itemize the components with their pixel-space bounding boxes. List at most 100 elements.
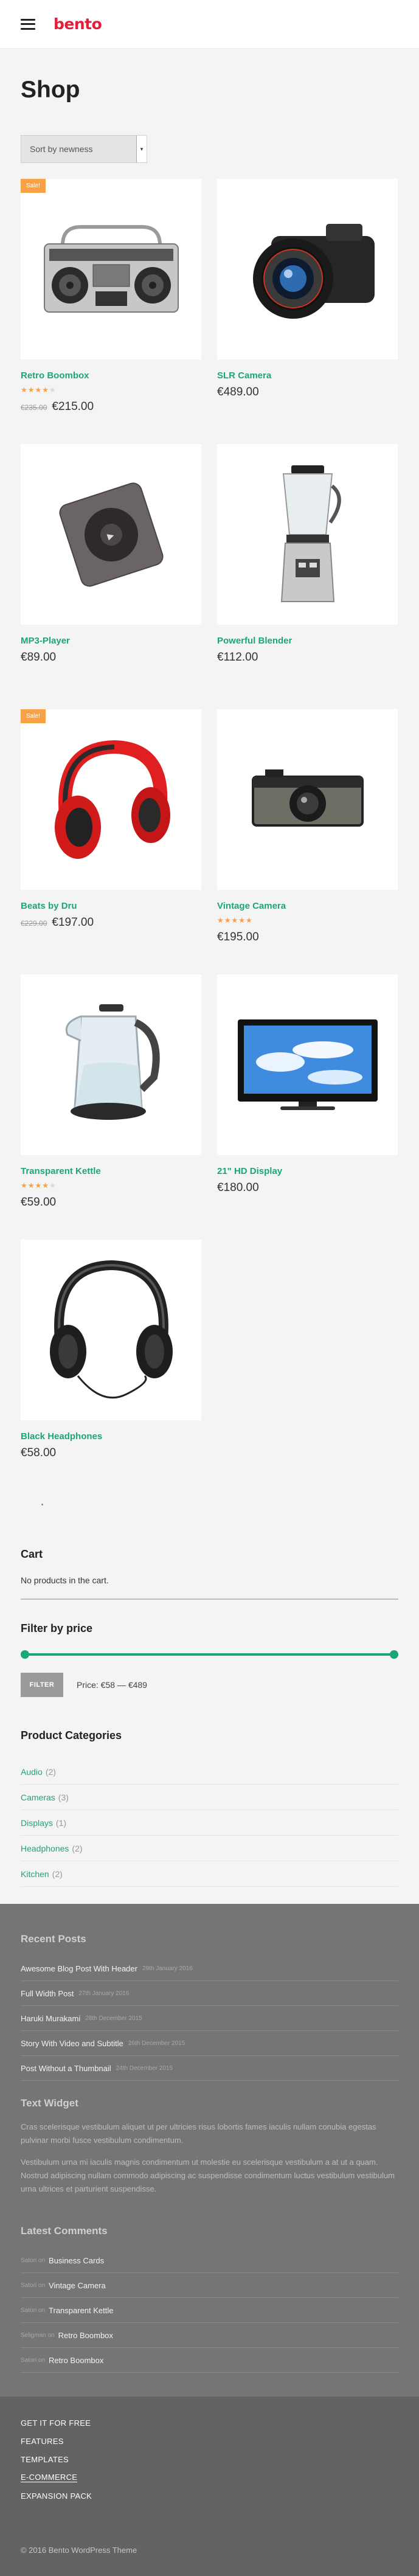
comment-item: Seligman on Retro Boombox xyxy=(21,2323,398,2348)
product-card[interactable]: Sale! Beats by Dru €229.00 €197.00 xyxy=(21,709,201,929)
category-link[interactable]: Displays xyxy=(21,1818,53,1828)
filter-button[interactable]: FILTER xyxy=(21,1673,63,1697)
category-link[interactable]: Audio xyxy=(21,1767,43,1777)
product-title[interactable]: Beats by Dru xyxy=(21,901,201,911)
price-filter-widget: Filter by price FILTER Price: €58 — €489 xyxy=(21,1622,398,1697)
product-title[interactable]: SLR Camera xyxy=(217,370,398,381)
category-item: Kitchen (2) xyxy=(21,1861,398,1887)
product-image[interactable] xyxy=(217,444,398,625)
comment-post-link[interactable]: Vintage Camera xyxy=(49,2281,106,2290)
price-slider-max-handle[interactable] xyxy=(390,1650,398,1659)
category-count: (2) xyxy=(52,1869,63,1879)
footer-menu: GET IT FOR FREE FEATURES TEMPLATES E-COMMER… xyxy=(21,2414,92,2505)
recent-posts-widget: Recent Posts Awesome Blog Post With Head… xyxy=(21,1933,398,2081)
text-widget: Text Widget Cras scelerisque vestibulum … xyxy=(21,2097,398,2196)
product-title[interactable]: Powerful Blender xyxy=(217,636,398,646)
product-card[interactable]: Transparent Kettle ★★★★★★★★★★ €59.00 xyxy=(21,974,201,1209)
product-title[interactable]: Retro Boombox xyxy=(21,370,201,381)
divider xyxy=(21,1599,398,1600)
chevron-down-icon[interactable]: ▾ xyxy=(136,136,147,162)
current-price: €112.00 xyxy=(217,651,258,664)
product-title[interactable]: Vintage Camera xyxy=(217,901,398,911)
category-item: Cameras (3) xyxy=(21,1785,398,1810)
product-card[interactable]: Vintage Camera ★★★★★ ★★★★★ €195.00 xyxy=(217,709,398,944)
product-card[interactable]: Sale! Retro Boombox ★★★★★★★★★★ €235.00 €215.… xyxy=(21,179,201,414)
comment-post-link[interactable]: Retro Boombox xyxy=(49,2356,103,2365)
comment-author: Satori on xyxy=(21,2307,46,2314)
current-price: €180.00 xyxy=(217,1181,259,1194)
page-title: Shop xyxy=(21,77,80,103)
comment-item: Satori on Business Cards xyxy=(21,2248,398,2273)
page: { "header": { "logo_text": "bento", "log… xyxy=(0,0,419,2576)
product-price: €235.00 €215.00 xyxy=(21,400,201,414)
hamburger-menu-icon[interactable] xyxy=(21,18,35,30)
site-footer: GET IT FOR FREE FEATURES TEMPLATES E-COMMER… xyxy=(0,2397,419,2576)
category-count: (1) xyxy=(55,1817,67,1828)
product-categories-title: Product Categories xyxy=(21,1729,122,1741)
comment-post-link[interactable]: Transparent Kettle xyxy=(49,2306,113,2315)
recent-post-link[interactable]: Haruki Murakami xyxy=(21,2014,80,2023)
product-title[interactable]: MP3-Player xyxy=(21,636,201,646)
category-link[interactable]: Cameras xyxy=(21,1793,55,1802)
star-rating: ★★★★★★★★★★ xyxy=(21,1181,57,1190)
latest-comments-list: Satori on Business Cards Satori on Vintage … xyxy=(21,2248,398,2373)
product-price: €89.00 xyxy=(21,651,201,664)
kettle-image xyxy=(65,1004,160,1120)
product-image[interactable] xyxy=(217,709,398,890)
price-slider-min-handle[interactable] xyxy=(21,1650,29,1659)
red-headphones-image xyxy=(54,740,170,859)
product-card[interactable]: 21" HD Display €180.00 xyxy=(217,974,398,1195)
latest-comments-title: Latest Comments xyxy=(21,2225,108,2237)
footer-menu-item[interactable]: E-COMMERCE xyxy=(21,2468,92,2487)
recent-post-item: Awesome Blog Post With Header 29th Januar… xyxy=(21,1956,398,1981)
footer-menu-item[interactable]: GET IT FOR FREE xyxy=(21,2414,92,2432)
comment-author: Satori on xyxy=(21,2257,46,2264)
current-price: €489.00 xyxy=(217,386,259,398)
recent-post-item: Post Without a Thumbnail 24th December 20… xyxy=(21,2056,398,2081)
product-image[interactable]: Sale! xyxy=(21,179,201,359)
product-title[interactable]: Transparent Kettle xyxy=(21,1166,201,1176)
footer-menu-item[interactable]: FEATURES xyxy=(21,2432,92,2450)
category-item: Headphones (2) xyxy=(21,1836,398,1861)
category-count: (2) xyxy=(72,1843,83,1853)
text-widget-title: Text Widget xyxy=(21,2097,78,2109)
cart-empty-text: No products in the cart. xyxy=(21,1575,109,1585)
current-price: €195.00 xyxy=(217,931,259,943)
copyright: © 2016 Bento WordPress Theme xyxy=(21,2546,137,2555)
recent-post-link[interactable]: Story With Video and Subtitle xyxy=(21,2039,123,2048)
recent-post-item: Story With Video and Subtitle 26th Decemb… xyxy=(21,2031,398,2056)
sort-select[interactable]: Sort by newness ▾ xyxy=(21,135,147,163)
product-image[interactable] xyxy=(217,974,398,1155)
comment-post-link[interactable]: Retro Boombox xyxy=(58,2331,113,2340)
site-logo[interactable]: bento xyxy=(54,15,102,33)
price-slider[interactable] xyxy=(21,1650,398,1659)
product-card[interactable]: ▶ MP3-Player €89.00 xyxy=(21,444,201,664)
pagination-dot[interactable] xyxy=(41,1504,43,1505)
comment-post-link[interactable]: Business Cards xyxy=(49,2256,104,2265)
product-title[interactable]: 21" HD Display xyxy=(217,1166,398,1176)
post-date: 29th January 2016 xyxy=(142,1965,193,1972)
recent-post-link[interactable]: Full Width Post xyxy=(21,1989,74,1998)
product-image[interactable]: Sale! xyxy=(21,709,201,890)
footer-menu-item[interactable]: TEMPLATES xyxy=(21,2450,92,2468)
recent-posts-title: Recent Posts xyxy=(21,1933,86,1945)
product-card[interactable]: Black Headphones €58.00 xyxy=(21,1240,201,1460)
product-image[interactable] xyxy=(217,179,398,359)
product-image[interactable]: ▶ xyxy=(21,444,201,625)
comment-author: Satori on xyxy=(21,2282,46,2289)
comment-item: Satori on Retro Boombox xyxy=(21,2348,398,2373)
product-card[interactable]: SLR Camera €489.00 xyxy=(217,179,398,399)
category-link[interactable]: Headphones xyxy=(21,1844,69,1853)
recent-post-link[interactable]: Awesome Blog Post With Header xyxy=(21,1964,137,1973)
product-card[interactable]: Powerful Blender €112.00 xyxy=(217,444,398,664)
product-image[interactable] xyxy=(21,974,201,1155)
current-price: €197.00 xyxy=(52,916,94,929)
footer-menu-item[interactable]: EXPANSION PACK xyxy=(21,2487,92,2505)
sale-badge: Sale! xyxy=(21,179,46,193)
category-link[interactable]: Kitchen xyxy=(21,1869,49,1879)
product-title[interactable]: Black Headphones xyxy=(21,1431,201,1442)
product-categories-widget: Product Categories Audio (2) Cameras (3) Dis… xyxy=(21,1729,398,1887)
product-image[interactable] xyxy=(21,1240,201,1420)
old-price: €229.00 xyxy=(21,919,47,928)
recent-post-link[interactable]: Post Without a Thumbnail xyxy=(21,2064,111,2073)
